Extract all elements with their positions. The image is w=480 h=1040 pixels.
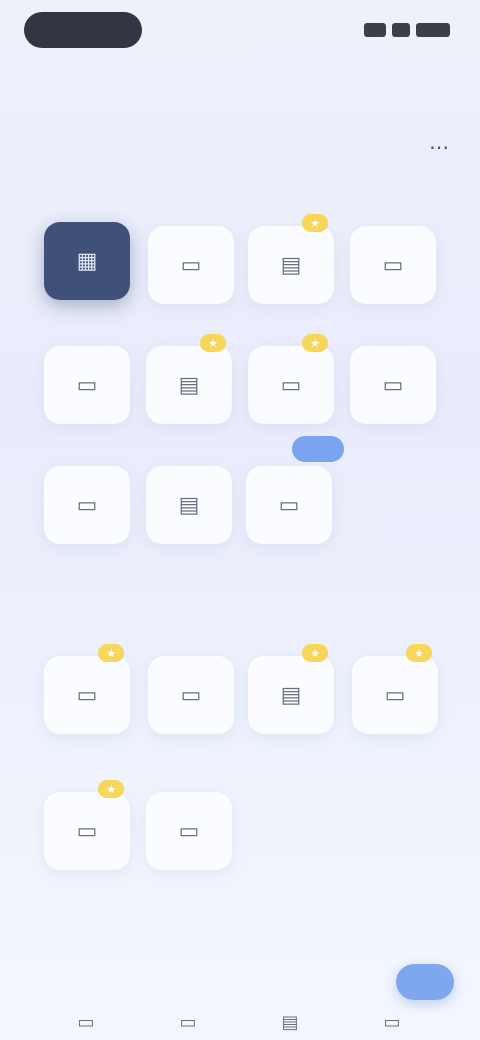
star-badge: ★	[200, 334, 226, 352]
app-tile-box[interactable]: ▤	[146, 466, 232, 544]
new-badge	[292, 436, 344, 462]
app-tile[interactable]: ▭ ★	[44, 780, 130, 880]
star-badge: ★	[406, 644, 432, 662]
app-tile-primary[interactable]: ▦	[44, 222, 130, 300]
app-icon-primary: ▦	[76, 248, 98, 274]
app-tile-box[interactable]: ▭ ★	[352, 644, 438, 734]
app-tile-box[interactable]: ▭	[44, 346, 130, 424]
app-tile[interactable]: ▭	[44, 346, 130, 434]
status-indicators	[354, 20, 450, 40]
app-icon: ▭	[180, 252, 202, 278]
status-bar	[0, 0, 480, 64]
app-icon: ▭	[180, 682, 202, 708]
app-icon: ▤	[178, 372, 200, 398]
app-icon: ▭	[382, 372, 404, 398]
app-tile-box[interactable]: ▤ ★	[248, 214, 334, 304]
app-tile-box[interactable]: ▤ ★	[146, 334, 232, 424]
app-tile-box[interactable]: ▭	[246, 436, 344, 544]
app-icon: ▭	[76, 492, 98, 518]
app-tile-box[interactable]: ▭	[146, 792, 232, 870]
star-badge: ★	[98, 780, 124, 798]
app-tile[interactable]: ▤ ★	[248, 644, 334, 744]
star-badge: ★	[302, 334, 328, 352]
app-tile[interactable]: ▭	[148, 656, 234, 744]
app-tile-box[interactable]: ▭	[350, 346, 436, 424]
app-tile[interactable]: ▭	[350, 346, 436, 434]
star-badge: ★	[98, 644, 124, 662]
more-icon[interactable]: ⋯	[422, 134, 456, 160]
app-tile[interactable]: ▤ ★	[146, 334, 232, 434]
app-icon: ▤	[280, 682, 302, 708]
app-tile-box[interactable]: ▭ ★	[248, 334, 334, 424]
app-tile[interactable]: ▭	[146, 792, 232, 880]
app-icon: ▭	[278, 492, 300, 518]
page-header: ⋯	[24, 130, 456, 166]
app-tile-box[interactable]: ▭	[148, 226, 234, 304]
star-badge: ★	[302, 644, 328, 662]
app-tile-box[interactable]: ▭ ★	[44, 644, 130, 734]
signal-icon	[364, 23, 386, 37]
app-icon: ▭	[76, 372, 98, 398]
wifi-icon	[392, 23, 410, 37]
app-tile[interactable]: ▭ ★	[352, 644, 438, 744]
app-icon: ▭	[76, 818, 98, 844]
app-tile[interactable]: ▭	[350, 226, 436, 314]
app-icon: ▤	[178, 492, 200, 518]
floating-action-button[interactable]	[396, 964, 454, 1000]
app-icon: ▭	[76, 682, 98, 708]
app-tile[interactable]: ▭ ★	[44, 644, 130, 744]
app-tile[interactable]: ▤ ★	[248, 214, 334, 314]
app-tile[interactable]: ▦	[44, 222, 130, 310]
app-tile-box[interactable]: ▭ ★	[44, 780, 130, 870]
star-badge: ★	[302, 214, 328, 232]
app-icon: ▭	[280, 372, 302, 398]
app-tile[interactable]: ▭ ★	[248, 334, 334, 434]
status-time-pill	[24, 12, 142, 48]
app-icon: ▤	[280, 252, 302, 278]
app-tile[interactable]: ▤	[146, 466, 232, 554]
app-tile[interactable]: ▭	[148, 226, 234, 314]
app-icon[interactable]: ▭	[174, 1008, 202, 1036]
app-icon[interactable]: ▭	[378, 1008, 406, 1036]
app-tile[interactable]: ▭	[44, 466, 130, 554]
app-icon: ▭	[382, 252, 404, 278]
app-icon[interactable]: ▭	[72, 1008, 100, 1036]
battery-icon	[416, 23, 450, 37]
app-tile-box[interactable]: ▤ ★	[248, 644, 334, 734]
app-icon[interactable]: ▤	[276, 1008, 304, 1036]
app-icon: ▭	[384, 682, 406, 708]
app-tile-box[interactable]: ▭	[350, 226, 436, 304]
app-tile-box[interactable]: ▭	[148, 656, 234, 734]
app-icon: ▭	[178, 818, 200, 844]
app-tile-box[interactable]: ▭	[44, 466, 130, 544]
app-tile[interactable]: ▭	[246, 436, 344, 554]
bottom-icon-row: ▭ ▭ ▤ ▭	[40, 1008, 440, 1038]
